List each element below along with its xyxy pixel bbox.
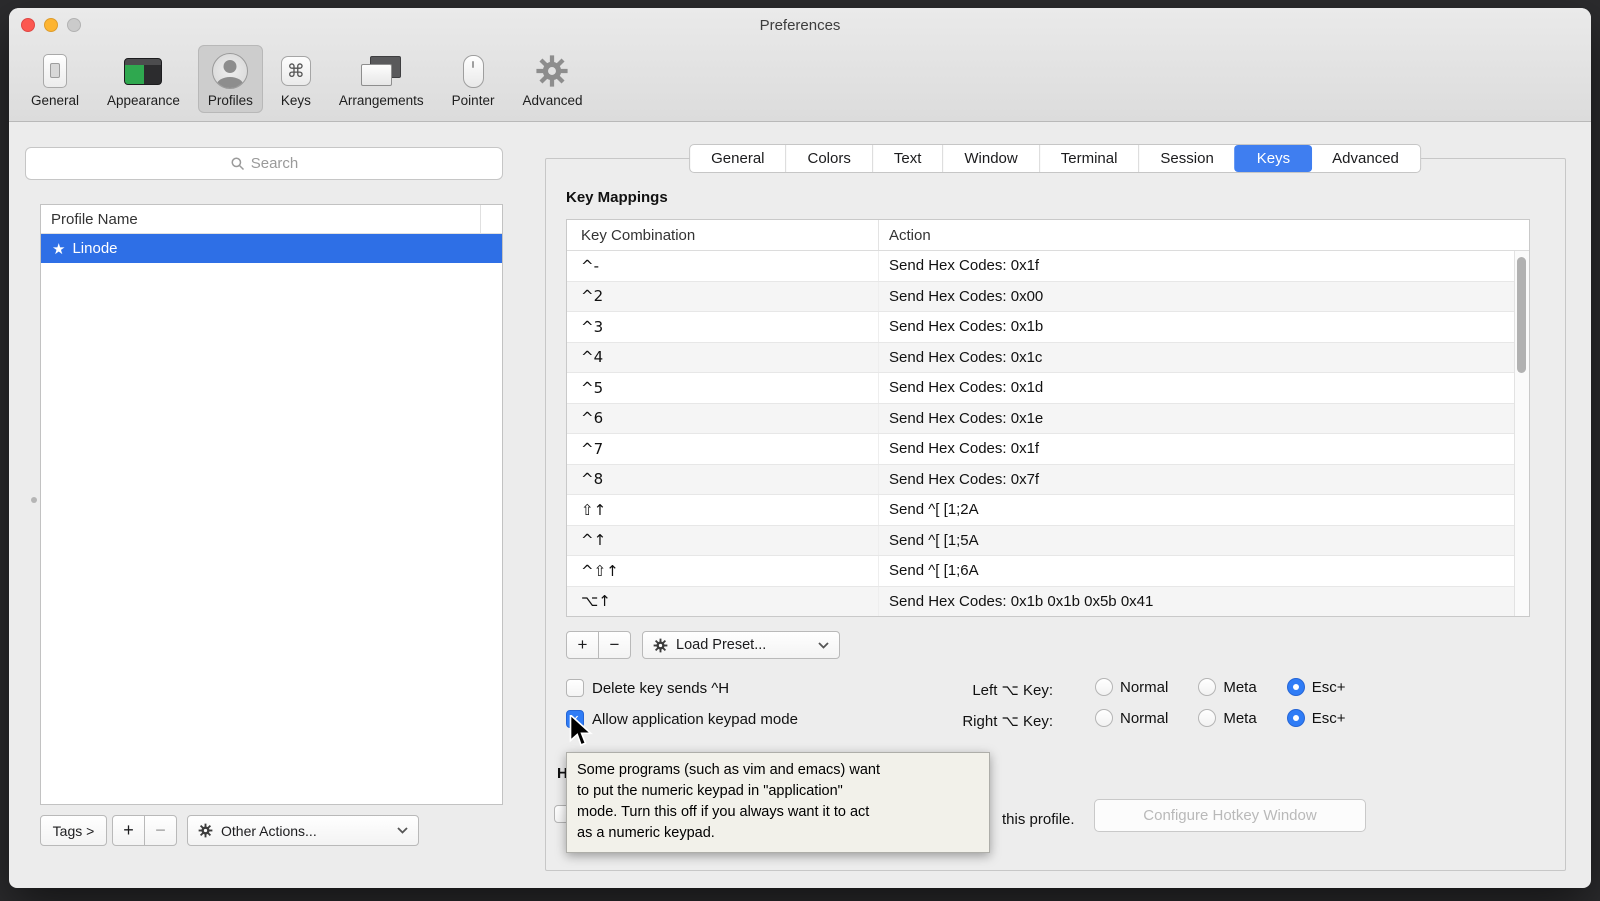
search-input[interactable]: Search [25,147,503,180]
key-mapping-row[interactable]: ^⇧↑Send ^[ [1;6A [567,556,1514,587]
search-placeholder: Search [251,155,299,172]
tab-colors[interactable]: Colors [786,145,872,172]
tab-text[interactable]: Text [872,145,943,172]
preferences-toolbar: General Appearance Profiles Keys Arrange… [9,42,1591,113]
chevron-down-icon [818,642,829,649]
tooltip-line: Some programs (such as vim and emacs) wa… [577,760,979,781]
titlebar[interactable]: Preferences [9,8,1591,42]
scrollbar-thumb[interactable] [1517,257,1526,373]
key-mapping-row[interactable]: ^-Send Hex Codes: 0x1f [567,251,1514,282]
key-mapping-row[interactable]: ^7Send Hex Codes: 0x1f [567,434,1514,465]
key-mapping-row[interactable]: ⌥↑Send Hex Codes: 0x1b 0x1b 0x5b 0x41 [567,587,1514,617]
key-mapping-row[interactable]: ^↑Send ^[ [1;5A [567,526,1514,557]
gear-icon [535,54,569,88]
toolbar-item-appearance[interactable]: Appearance [97,45,190,113]
right-esc-radio[interactable] [1287,709,1305,727]
star-icon: ★ [52,240,65,258]
left-esc-radio[interactable] [1287,678,1305,696]
left-meta-radio[interactable] [1198,678,1216,696]
profile-row-linode[interactable]: ★ Linode [41,234,502,263]
table-scrollbar[interactable] [1514,251,1529,616]
tab-general[interactable]: General [690,145,785,172]
window-chrome: Preferences General Appearance Profiles … [9,8,1591,122]
toolbar-item-arrangements[interactable]: Arrangements [329,45,434,113]
windows-icon [361,56,401,86]
remove-key-mapping-button[interactable]: − [598,631,631,659]
delete-key-label[interactable]: Delete key sends ^H [592,680,729,697]
add-profile-button[interactable]: + [112,815,145,846]
column-divider [480,205,481,233]
traffic-lights [21,18,81,32]
delete-key-checkbox[interactable] [566,679,584,697]
profiles-person-icon [212,53,248,89]
right-normal-radio[interactable] [1095,709,1113,727]
toolbar-item-general[interactable]: General [21,45,89,113]
appearance-icon [124,58,162,85]
profile-list-header: Profile Name [41,205,502,234]
tooltip-line: to put the numeric keypad in "applicatio… [577,781,979,802]
tab-terminal[interactable]: Terminal [1039,145,1139,172]
profile-tabs: General Colors Text Window Terminal Sess… [689,144,1421,173]
profile-list: Profile Name ★ Linode [40,204,503,805]
table-body: ^-Send Hex Codes: 0x1f ^2Send Hex Codes:… [567,251,1514,616]
left-normal-radio[interactable] [1095,678,1113,696]
tab-session[interactable]: Session [1138,145,1234,172]
key-mappings-table: Key Combination Action ^-Send Hex Codes:… [566,219,1530,617]
minimize-button[interactable] [44,18,58,32]
key-mapping-row[interactable]: ^3Send Hex Codes: 0x1b [567,312,1514,343]
profile-name: Linode [72,240,117,257]
keypad-mode-label[interactable]: Allow application keypad mode [592,711,798,728]
general-icon [43,54,67,88]
toolbar-item-keys[interactable]: Keys [271,45,321,113]
tooltip-line: as a numeric keypad. [577,823,979,844]
preferences-window: Preferences General Appearance Profiles … [9,8,1591,888]
keypad-mode-tooltip: Some programs (such as vim and emacs) wa… [566,752,990,853]
tab-advanced[interactable]: Advanced [1311,145,1420,172]
table-header: Key Combination Action [567,220,1529,251]
right-meta-radio[interactable] [1198,709,1216,727]
add-key-mapping-button[interactable]: + [566,631,599,659]
mouse-cursor [569,715,593,748]
chevron-down-icon [397,827,408,834]
close-button[interactable] [21,18,35,32]
column-key-combination: Key Combination [567,220,879,250]
key-mappings-heading: Key Mappings [566,189,668,206]
search-icon [230,156,245,171]
left-option-key-radios: Normal Meta Esc+ [1095,678,1345,696]
left-option-key-label: Left ⌥ Key: [935,681,1053,699]
zoom-button-disabled [67,18,81,32]
mouse-icon [463,55,484,88]
toolbar-item-pointer[interactable]: Pointer [442,45,505,113]
keypad-mode-checkbox-row: Allow application keypad mode [566,710,798,728]
tab-window[interactable]: Window [942,145,1038,172]
toolbar-item-advanced[interactable]: Advanced [512,45,592,113]
toolbar-item-profiles[interactable]: Profiles [198,45,263,113]
key-mapping-row[interactable]: ^8Send Hex Codes: 0x7f [567,465,1514,496]
tab-keys[interactable]: Keys [1234,145,1312,172]
key-mapping-row[interactable]: ⇧↑Send ^[ [1;2A [567,495,1514,526]
key-mapping-row[interactable]: ^5Send Hex Codes: 0x1d [567,373,1514,404]
key-mapping-row[interactable]: ^6Send Hex Codes: 0x1e [567,404,1514,435]
load-preset-dropdown[interactable]: Load Preset... [642,631,840,659]
column-action: Action [879,227,1529,244]
pane-resize-handle[interactable] [31,497,37,503]
key-mapping-row[interactable]: ^4Send Hex Codes: 0x1c [567,343,1514,374]
command-key-icon [281,56,311,86]
right-option-key-label: Right ⌥ Key: [935,712,1053,730]
delete-key-checkbox-row: Delete key sends ^H [566,679,729,697]
remove-profile-button[interactable]: − [144,815,177,846]
tags-button[interactable]: Tags > [40,815,107,846]
configure-hotkey-window-button[interactable]: Configure Hotkey Window [1094,799,1366,832]
right-option-key-radios: Normal Meta Esc+ [1095,709,1345,727]
tooltip-line: mode. Turn this off if you always want i… [577,802,979,823]
window-title: Preferences [9,8,1591,44]
key-mapping-row[interactable]: ^2Send Hex Codes: 0x00 [567,282,1514,313]
gear-icon [198,823,213,838]
gear-icon [653,638,668,653]
hotkey-text-partial: this profile. [1002,811,1075,828]
other-actions-dropdown[interactable]: Other Actions... [187,815,419,846]
